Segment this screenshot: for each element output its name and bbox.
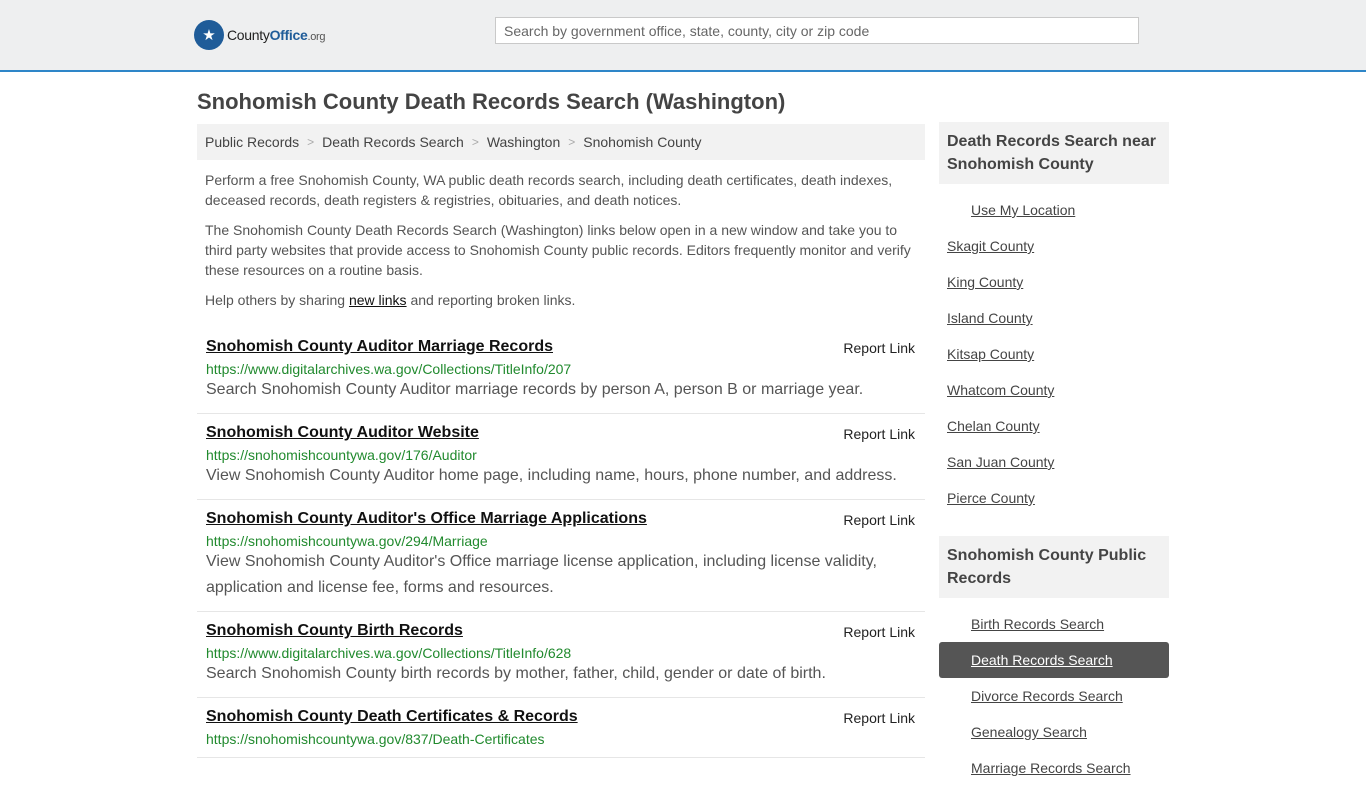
results-list: Snohomish County Auditor Marriage Record… <box>197 328 925 758</box>
intro-paragraph: Perform a free Snohomish County, WA publ… <box>205 172 893 208</box>
site-logo[interactable]: ★ CountyOffice.org <box>194 20 326 50</box>
nearby-heading: Death Records Search near Snohomish Coun… <box>939 122 1169 184</box>
result-description: View Snohomish County Auditor home page,… <box>206 467 897 484</box>
result-url: https://snohomishcountywa.gov/176/Audito… <box>206 447 477 463</box>
breadcrumb-public-records[interactable]: Public Records <box>205 134 299 150</box>
main-content: Public Records > Death Records Search > … <box>197 124 925 758</box>
logo-text: CountyOffice.org <box>227 27 326 43</box>
public-records-link[interactable]: Genealogy Search <box>971 724 1087 740</box>
breadcrumb-current: Snohomish County <box>583 134 702 150</box>
report-link[interactable]: Report Link <box>843 340 915 356</box>
nearby-item[interactable]: Skagit County <box>939 228 1169 264</box>
result-title-link[interactable]: Snohomish County Auditor Website <box>206 424 479 441</box>
nearby-item[interactable]: Island County <box>939 300 1169 336</box>
public-records-item[interactable]: Genealogy Search <box>939 714 1169 750</box>
nearby-item[interactable]: San Juan County <box>939 444 1169 480</box>
report-link[interactable]: Report Link <box>843 624 915 640</box>
result-item: Snohomish County Auditor Marriage Record… <box>197 328 925 414</box>
result-title-link[interactable]: Snohomish County Auditor's Office Marria… <box>206 510 647 527</box>
nearby-item[interactable]: Whatcom County <box>939 372 1169 408</box>
public-records-item[interactable]: Birth Records Search <box>939 606 1169 642</box>
share-paragraph: Help others by sharing new links and rep… <box>205 292 576 308</box>
public-records-heading: Snohomish County Public Records <box>939 536 1169 598</box>
nearby-item[interactable]: Pierce County <box>939 480 1169 516</box>
use-my-location-item[interactable]: Use My Location <box>939 192 1169 228</box>
nearby-county-link[interactable]: Island County <box>947 310 1033 326</box>
nearby-county-link[interactable]: Skagit County <box>947 238 1034 254</box>
nearby-county-link[interactable]: San Juan County <box>947 454 1054 470</box>
public-records-link[interactable]: Birth Records Search <box>971 616 1104 632</box>
result-item: Snohomish County Auditor's Office Marria… <box>197 500 925 612</box>
result-item: Snohomish County Death Certificates & Re… <box>197 698 925 758</box>
public-records-item[interactable]: Marriage Records Search <box>939 750 1169 786</box>
nearby-item[interactable]: King County <box>939 264 1169 300</box>
breadcrumb-chevron-icon: > <box>568 135 576 149</box>
nearby-county-link[interactable]: Pierce County <box>947 490 1035 506</box>
eagle-seal-icon: ★ <box>194 20 224 50</box>
result-url: https://snohomishcountywa.gov/294/Marria… <box>206 533 488 549</box>
nearby-county-link[interactable]: Kitsap County <box>947 346 1034 362</box>
public-records-link[interactable]: Divorce Records Search <box>971 688 1123 704</box>
new-links-link[interactable]: new links <box>349 292 407 308</box>
result-description: Search Snohomish County Auditor marriage… <box>206 381 864 398</box>
breadcrumb-chevron-icon: > <box>307 135 315 149</box>
public-records-item-active[interactable]: Death Records Search <box>939 642 1169 678</box>
breadcrumb-chevron-icon: > <box>471 135 479 149</box>
result-item: Snohomish County Birth Records Report Li… <box>197 612 925 698</box>
nearby-county-link[interactable]: King County <box>947 274 1023 290</box>
use-my-location-link[interactable]: Use My Location <box>971 202 1075 218</box>
result-title-link[interactable]: Snohomish County Auditor Marriage Record… <box>206 338 553 355</box>
nearby-county-link[interactable]: Chelan County <box>947 418 1040 434</box>
public-records-list: Birth Records Search Death Records Searc… <box>939 606 1169 786</box>
result-url: https://snohomishcountywa.gov/837/Death-… <box>206 731 545 747</box>
intro-paragraph: The Snohomish County Death Records Searc… <box>205 222 911 278</box>
public-records-item[interactable]: Divorce Records Search <box>939 678 1169 714</box>
breadcrumb: Public Records > Death Records Search > … <box>197 124 925 160</box>
report-link[interactable]: Report Link <box>843 426 915 442</box>
result-description: View Snohomish County Auditor's Office m… <box>206 553 877 596</box>
result-title-link[interactable]: Snohomish County Birth Records <box>206 622 463 639</box>
result-url: https://www.digitalarchives.wa.gov/Colle… <box>206 645 572 661</box>
report-link[interactable]: Report Link <box>843 512 915 528</box>
intro-text: Perform a free Snohomish County, WA publ… <box>197 170 925 310</box>
breadcrumb-washington[interactable]: Washington <box>487 134 560 150</box>
nearby-county-link[interactable]: Whatcom County <box>947 382 1054 398</box>
sidebar: Death Records Search near Snohomish Coun… <box>939 122 1169 786</box>
result-description: Search Snohomish County birth records by… <box>206 665 826 682</box>
nearby-list: Use My Location Skagit County King Count… <box>939 192 1169 516</box>
breadcrumb-death-records[interactable]: Death Records Search <box>322 134 464 150</box>
public-records-link[interactable]: Marriage Records Search <box>971 760 1131 776</box>
page-title: Snohomish County Death Records Search (W… <box>197 89 786 114</box>
report-link[interactable]: Report Link <box>843 710 915 726</box>
public-records-link[interactable]: Death Records Search <box>971 652 1113 668</box>
top-bar: ★ CountyOffice.org <box>0 0 1366 72</box>
nearby-item[interactable]: Chelan County <box>939 408 1169 444</box>
nearby-item[interactable]: Kitsap County <box>939 336 1169 372</box>
result-item: Snohomish County Auditor Website Report … <box>197 414 925 500</box>
result-url: https://www.digitalarchives.wa.gov/Colle… <box>206 361 572 377</box>
search-input[interactable] <box>495 17 1139 44</box>
result-title-link[interactable]: Snohomish County Death Certificates & Re… <box>206 708 578 725</box>
